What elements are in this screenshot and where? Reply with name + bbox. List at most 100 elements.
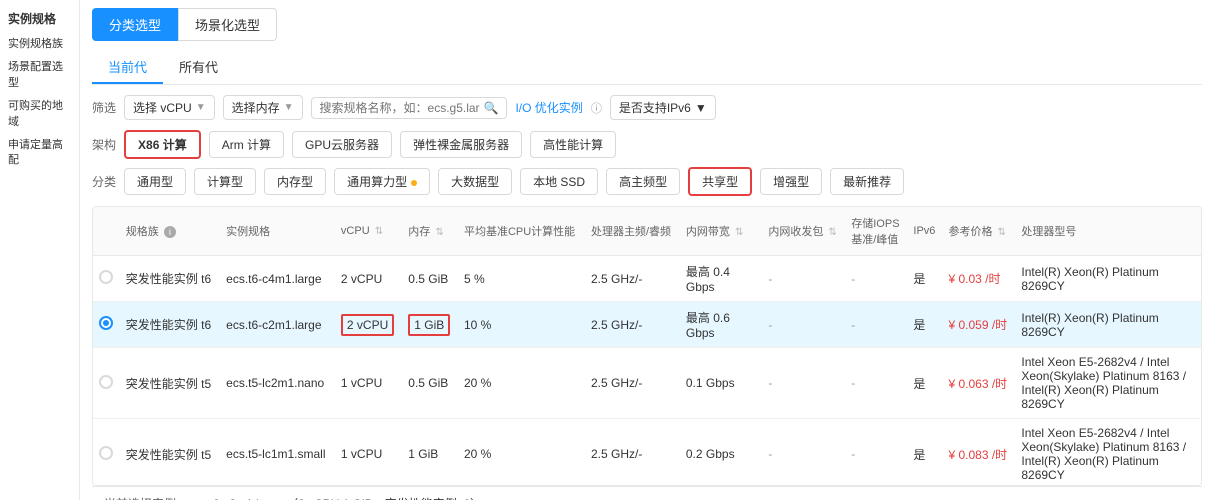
io-link[interactable]: I/O 优化实例 [515,99,582,116]
col-vcpu: vCPU ⇅ [335,207,402,256]
price-cell: ¥ 0.083 /时 [942,419,1015,487]
arch-btn-bare-metal[interactable]: 弹性裸金属服务器 [400,131,522,158]
cat-btn-shared[interactable]: 共享型 [688,167,752,196]
radio-button[interactable] [99,375,113,389]
search-input[interactable] [320,101,480,115]
table-row[interactable]: 突发性能实例 t5ecs.t5-lc1m1.small1 vCPU1 GiB20… [93,419,1201,487]
ipv6-cell: 是 [907,419,942,487]
arch-btn-gpu[interactable]: GPU云服务器 [292,131,392,158]
vcpu-chevron-icon: ▼ [196,102,206,113]
sidebar-item-region[interactable]: 可购买的地域 [8,99,71,130]
family-cell: 突发性能实例 t5 [120,419,220,487]
sidebar-item-quota[interactable]: 申请定量高配 [8,138,71,169]
table-row[interactable]: 突发性能实例 t5ecs.t5-lc2m1.nano1 vCPU0.5 GiB2… [93,348,1201,419]
iops-cell: - [845,256,907,302]
cat-btn-recommended[interactable]: 最新推荐 [830,168,904,195]
arch-btn-x86[interactable]: X86 计算 [124,130,201,159]
arch-btn-hpc[interactable]: 高性能计算 [530,131,616,158]
ipv6-cell: 是 [907,348,942,419]
cpu-perf-cell: 5 % [458,256,585,302]
mem-select[interactable]: 选择内存 ▼ [223,95,303,120]
price-cell: ¥ 0.063 /时 [942,348,1015,419]
cpu-freq-cell: 2.5 GHz/- [585,302,680,348]
sidebar-item-family[interactable]: 实例规格族 [8,37,71,52]
netbw-sort-icon[interactable]: ⇅ [735,227,743,238]
col-cpu-perf: 平均基准CPU计算性能 [458,207,585,256]
sub-tab-group: 当前代 所有代 [92,51,1202,85]
family-cell: 突发性能实例 t6 [120,302,220,348]
ipv6-chevron-icon: ▼ [695,101,707,115]
col-ipv6: IPv6 [907,207,942,256]
iops-cell: - [845,302,907,348]
price-cell: ¥ 0.03 /时 [942,256,1015,302]
category-row: 分类 通用型 计算型 内存型 通用算力型 大数据型 本地 SSD 高主频型 共享… [92,167,1202,196]
radio-button[interactable] [99,270,113,284]
cat-btn-bigdata[interactable]: 大数据型 [438,168,512,195]
col-memory: 内存 ⇅ [402,207,458,256]
name-cell: ecs.t6-c4m1.large [220,256,335,302]
sidebar-item-scene[interactable]: 场景配置选型 [8,60,71,91]
cpu-model-cell: Intel Xeon E5-2682v4 / Intel Xeon(Skylak… [1015,419,1201,487]
radio-cell[interactable] [93,419,120,487]
radio-cell[interactable] [93,256,120,302]
search-icon: 🔍 [484,101,499,115]
ipv6-cell: 是 [907,256,942,302]
vcpu-sort-icon[interactable]: ⇅ [375,226,383,237]
cpu-perf-cell: 10 % [458,302,585,348]
table-header-row: 规格族 i 实例规格 vCPU ⇅ 内存 ⇅ 平均基准CPU计算性能 处理器主频… [93,207,1201,256]
cpu-freq-cell: 2.5 GHz/- [585,256,680,302]
tab-scene[interactable]: 场景化选型 [178,8,277,41]
iops-cell: - [845,419,907,487]
cpu-freq-cell: 2.5 GHz/- [585,419,680,487]
col-cpu-freq: 处理器主频/睿频 [585,207,680,256]
radio-button[interactable] [99,446,113,460]
cat-btn-general-compute[interactable]: 通用算力型 [334,168,430,195]
vcpu-select-label: 选择 vCPU [133,99,192,116]
filter-label: 筛选 [92,99,116,116]
vcpu-cell: 2 vCPU [335,302,402,348]
vcpu-cell: 2 vCPU [335,256,402,302]
memory-sort-icon[interactable]: ⇅ [435,227,443,238]
vcpu-cell: 1 vCPU [335,419,402,487]
cpu-model-cell: Intel Xeon E5-2682v4 / Intel Xeon(Skylak… [1015,348,1201,419]
instance-table-wrapper: 规格族 i 实例规格 vCPU ⇅ 内存 ⇅ 平均基准CPU计算性能 处理器主频… [92,206,1202,486]
cat-btn-memory[interactable]: 内存型 [264,168,326,195]
tab-classify[interactable]: 分类选型 [92,8,178,41]
radio-button[interactable] [99,316,113,330]
col-price: 参考价格 ⇅ [942,207,1015,256]
vcpu-cell: 1 vCPU [335,348,402,419]
memory-cell: 0.5 GiB [402,348,458,419]
cpu-model-cell: Intel(R) Xeon(R) Platinum 8269CY [1015,302,1201,348]
cat-btn-compute[interactable]: 计算型 [194,168,256,195]
cat-btn-general[interactable]: 通用型 [124,168,186,195]
net-pps-cell: - [762,348,845,419]
ipv6-cell: 是 [907,302,942,348]
name-cell: ecs.t5-lc2m1.nano [220,348,335,419]
cat-label: 分类 [92,173,116,190]
table-row[interactable]: 突发性能实例 t6ecs.t6-c4m1.large2 vCPU0.5 GiB5… [93,256,1201,302]
cpu-perf-cell: 20 % [458,348,585,419]
vcpu-select[interactable]: 选择 vCPU ▼ [124,95,215,120]
tab-current-gen[interactable]: 当前代 [92,51,163,84]
cat-btn-enhanced[interactable]: 增强型 [760,168,822,195]
netpps-sort-icon[interactable]: ⇅ [828,227,836,238]
cat-btn-local-ssd[interactable]: 本地 SSD [520,168,598,195]
memory-cell: 1 GiB [402,302,458,348]
cat-btn-high-freq[interactable]: 高主频型 [606,168,680,195]
price-cell: ¥ 0.059 /时 [942,302,1015,348]
name-cell: ecs.t5-lc1m1.small [220,419,335,487]
price-sort-icon[interactable]: ⇅ [998,227,1006,238]
radio-cell[interactable] [93,302,120,348]
filter-row: 筛选 选择 vCPU ▼ 选择内存 ▼ 🔍 I/O 优化实例 ⓘ 是否支持IPv… [92,95,1202,120]
ipv6-select[interactable]: 是否支持IPv6 ▼ [610,95,716,120]
cpu-model-cell: Intel(R) Xeon(R) Platinum 8269CY [1015,256,1201,302]
arch-btn-arm[interactable]: Arm 计算 [209,131,284,158]
tab-all-gen[interactable]: 所有代 [163,51,234,84]
mem-select-label: 选择内存 [232,99,280,116]
family-info-icon[interactable]: i [164,226,176,238]
radio-cell[interactable] [93,348,120,419]
search-box[interactable]: 🔍 [311,97,508,119]
table-row[interactable]: 突发性能实例 t6ecs.t6-c2m1.large2 vCPU1 GiB10 … [93,302,1201,348]
net-bw-cell: 最高 0.4 Gbps [680,256,762,302]
family-cell: 突发性能实例 t5 [120,348,220,419]
